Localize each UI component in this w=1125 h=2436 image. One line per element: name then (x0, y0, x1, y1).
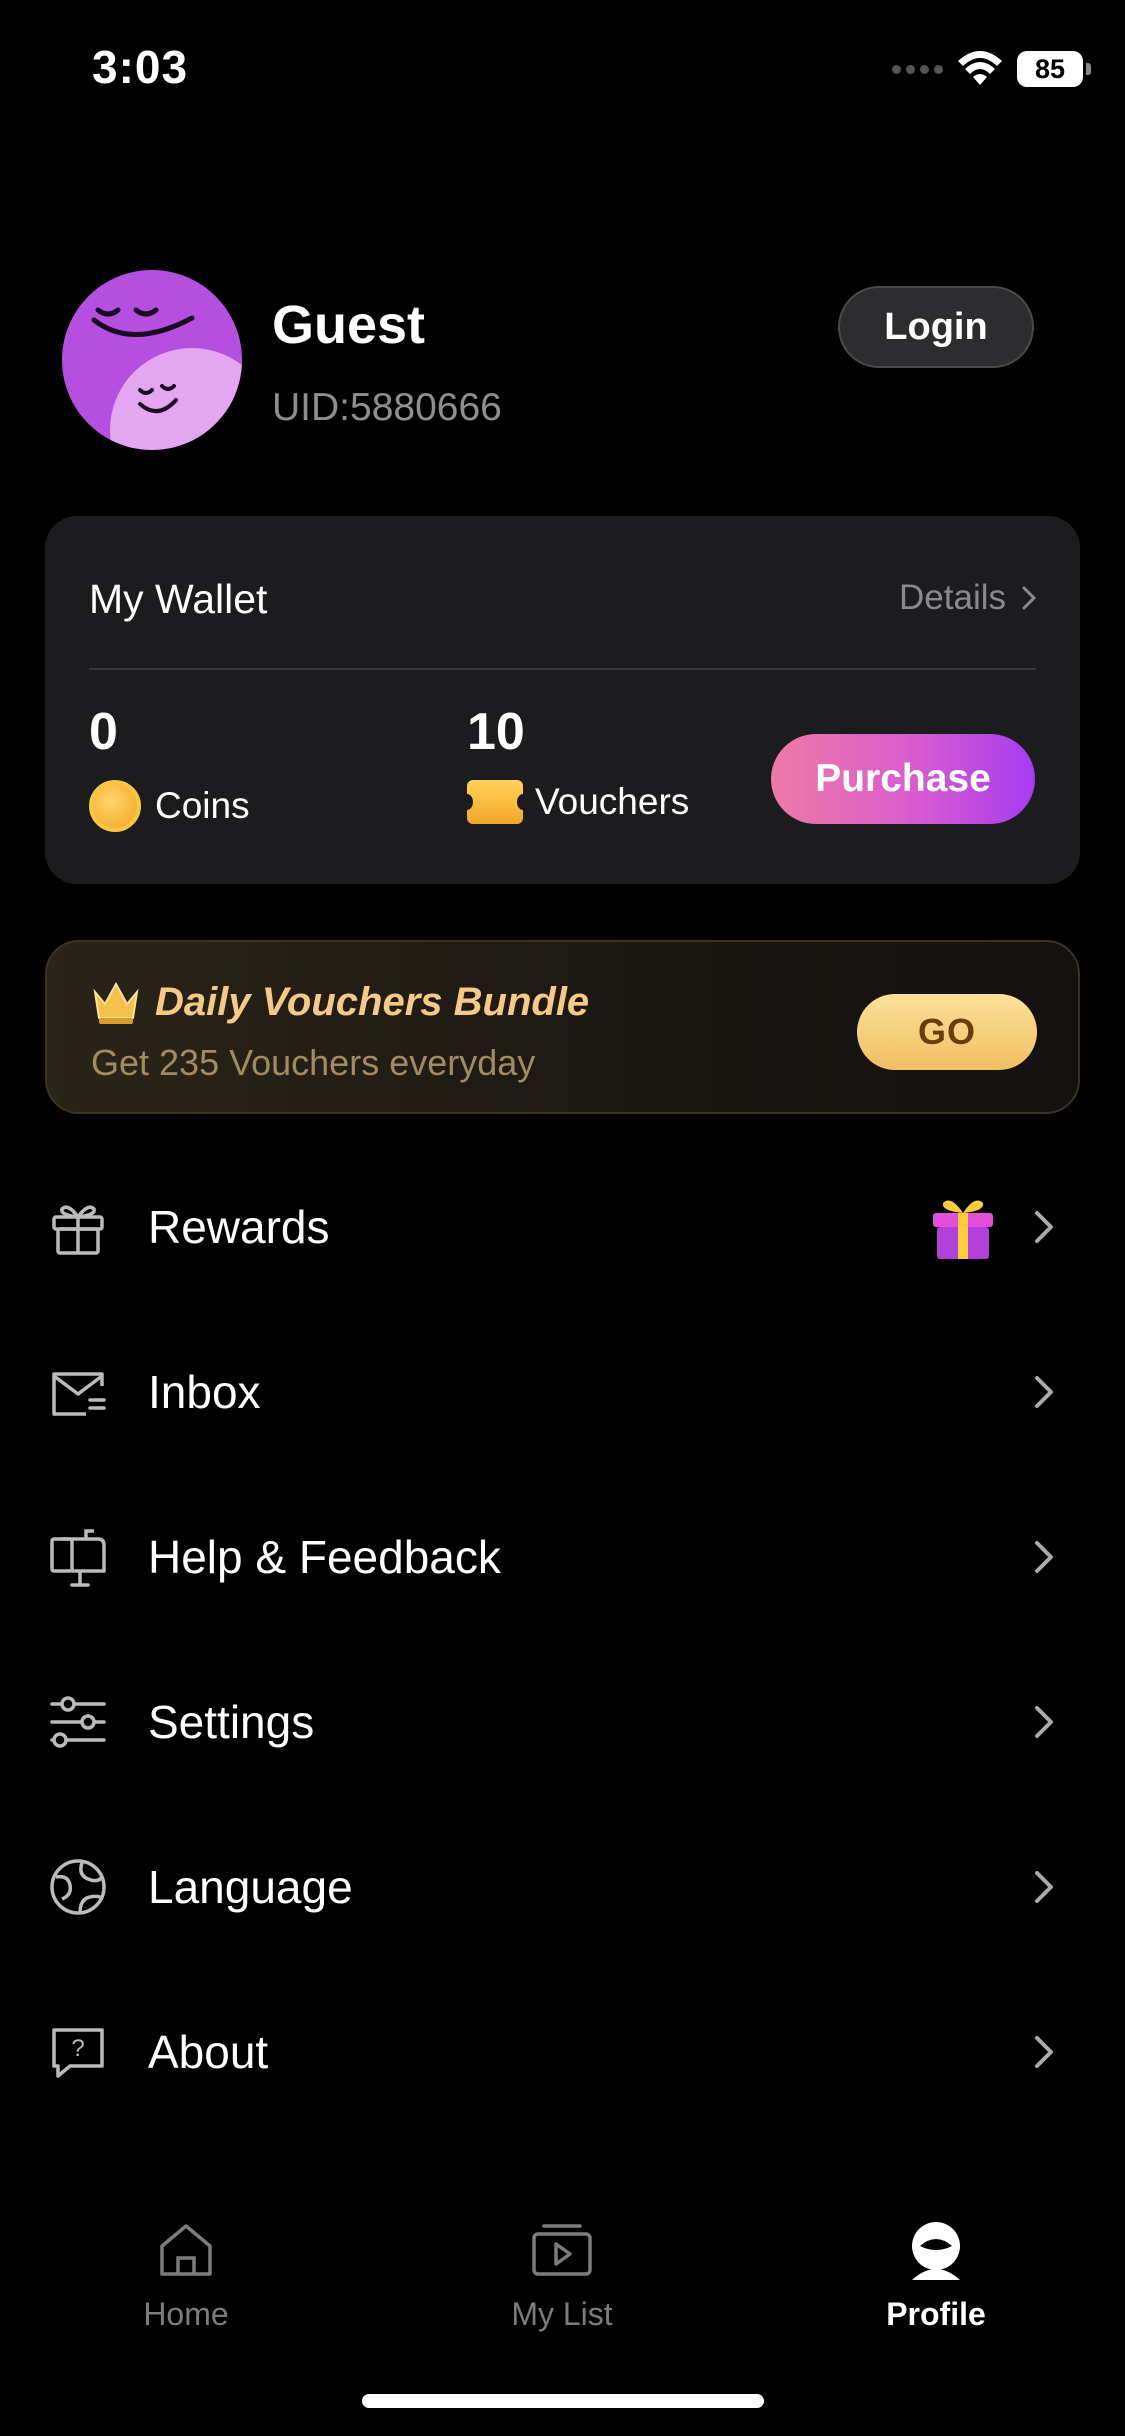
mail-icon (52, 1371, 106, 1416)
crown-icon (93, 981, 139, 1024)
avatar[interactable] (62, 270, 242, 450)
avatar-face-icon (62, 270, 242, 450)
wallet-divider (89, 668, 1036, 670)
tab-my-list[interactable]: My List (462, 2218, 662, 2333)
wallet-card: My Wallet Details 0 10 Coins Vouchers Pu… (45, 516, 1080, 884)
gift-badge-icon (933, 1200, 993, 1259)
menu-item-inbox[interactable]: Inbox (0, 1309, 1125, 1474)
menu-item-about[interactable]: ? About (0, 1969, 1125, 2134)
chevron-right-icon (1022, 586, 1037, 610)
coins-row: Coins (89, 780, 250, 832)
profile-screen: 3:03 85 Guest UID:5880666 Login My Walle… (0, 0, 1125, 2436)
wifi-icon (958, 51, 1002, 85)
purchase-button[interactable]: Purchase (771, 734, 1035, 824)
play-list-icon (532, 2224, 592, 2276)
user-name: Guest (272, 295, 426, 355)
menu-item-language[interactable]: Language (0, 1804, 1125, 1969)
tab-label: Profile (886, 2296, 986, 2332)
chevron-right-icon (1035, 2035, 1053, 2068)
login-button[interactable]: Login (838, 286, 1034, 368)
settings-menu: Rewards Inbox Help & Feedback Settings L… (0, 1144, 1125, 2134)
chevron-right-icon (1035, 1870, 1053, 1903)
chevron-right-icon (1035, 1375, 1053, 1408)
svg-text:?: ? (71, 2035, 84, 2062)
bottom-tab-bar: Home My List Profile (0, 2190, 1125, 2390)
mailbox-icon (50, 1528, 106, 1587)
wallet-details-link[interactable]: Details (899, 578, 1038, 618)
tab-label: Home (143, 2296, 229, 2332)
home-icon (160, 2224, 212, 2276)
menu-item-help-feedback[interactable]: Help & Feedback (0, 1474, 1125, 1639)
chevron-right-icon (1035, 1210, 1053, 1243)
status-indicators: 85 (892, 46, 1091, 92)
globe-icon (50, 1858, 106, 1915)
home-indicator (362, 2394, 764, 2408)
menu-label: Rewards (148, 1200, 330, 1253)
question-bubble-icon: ? (52, 2027, 104, 2078)
bundle-title: Daily Vouchers Bundle (155, 980, 590, 1024)
vouchers-label: Vouchers (535, 781, 690, 822)
menu-label: About (148, 2025, 269, 2078)
tab-profile[interactable]: Profile (836, 2218, 1036, 2333)
wallet-title: My Wallet (89, 576, 268, 622)
cellular-signal-icon (892, 64, 943, 74)
menu-label: Help & Feedback (148, 1530, 501, 1583)
menu-label: Language (148, 1860, 353, 1913)
chevron-right-icon (1035, 1705, 1053, 1738)
status-time: 3:03 (92, 41, 189, 93)
menu-item-rewards[interactable]: Rewards (0, 1144, 1125, 1309)
menu-label: Inbox (148, 1365, 261, 1418)
menu-label: Settings (148, 1695, 315, 1748)
menu-item-settings[interactable]: Settings (0, 1639, 1125, 1804)
voucher-ticket-icon (461, 780, 529, 824)
coins-label: Coins (155, 785, 250, 826)
profile-icon (912, 2222, 960, 2280)
sliders-icon (50, 1695, 106, 1748)
vouchers-row: Vouchers (461, 780, 690, 824)
bundle-subtitle: Get 235 Vouchers everyday (91, 1042, 536, 1083)
chevron-right-icon (1035, 1540, 1053, 1573)
go-button[interactable]: GO (857, 994, 1037, 1070)
coin-icon (89, 780, 141, 832)
tab-label: My List (511, 2296, 613, 2332)
gift-icon (52, 1205, 104, 1255)
coins-value: 0 (89, 703, 118, 761)
daily-bundle-banner[interactable]: Daily Vouchers Bundle Get 235 Vouchers e… (45, 940, 1080, 1114)
user-uid: UID:5880666 (272, 386, 502, 429)
wallet-details-label: Details (899, 578, 1006, 617)
tab-home[interactable]: Home (86, 2218, 286, 2333)
vouchers-value: 10 (467, 703, 525, 761)
battery-indicator: 85 (1017, 51, 1091, 87)
